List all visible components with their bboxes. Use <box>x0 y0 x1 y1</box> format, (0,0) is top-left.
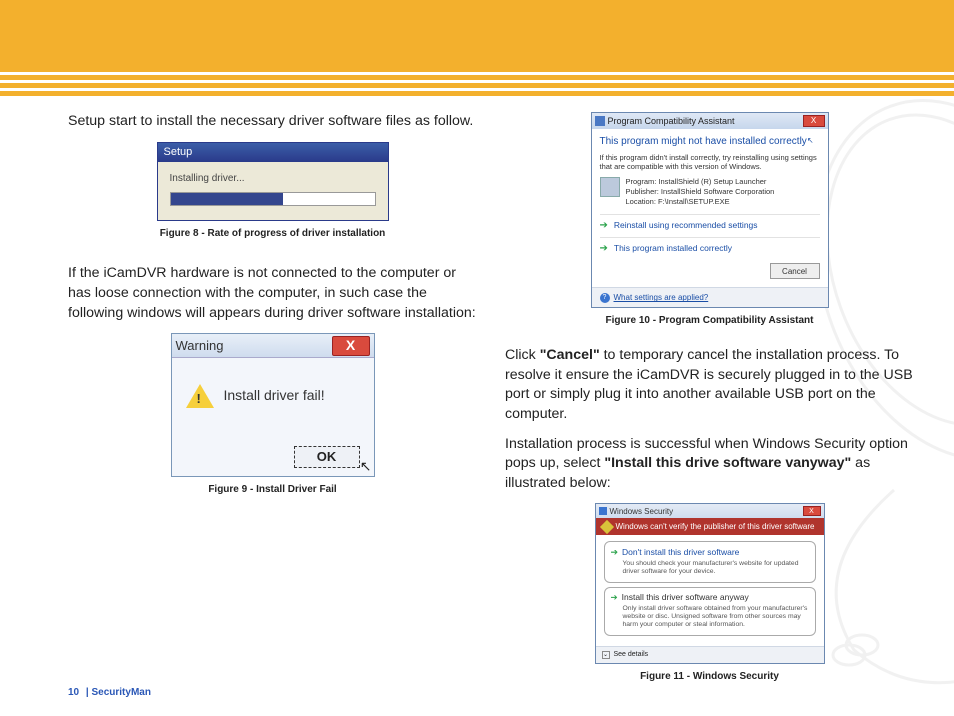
arrow-icon: ➔ <box>600 242 608 256</box>
fig10-opt-reinstall[interactable]: ➔ Reinstall using recommended settings <box>600 214 820 237</box>
left-para-2: If the iCamDVR hardware is not connected… <box>68 264 477 323</box>
shield-icon <box>599 507 607 515</box>
fig10-title: Program Compatibility Assistant <box>608 115 735 127</box>
fig11-title: Windows Security <box>610 506 674 517</box>
progress-bar <box>170 192 376 206</box>
fig8-dialog: Setup Installing driver... <box>157 142 389 221</box>
help-icon: ? <box>600 293 610 303</box>
see-details-link[interactable]: See details <box>614 650 649 660</box>
fig11-dialog: Windows Security X Windows can't verify … <box>595 503 825 664</box>
fig11-opt-dont-install[interactable]: ➔Don't install this driver software You … <box>604 541 816 583</box>
right-para-2: Installation process is successful when … <box>505 435 914 494</box>
fig8-titlebar: Setup <box>158 143 388 162</box>
fig10-program: Program: InstallShield (R) Setup Launche… <box>626 177 775 187</box>
fig10-heading: This program might not have installed co… <box>600 135 820 149</box>
fig10-location: Location: F:\Install\SETUP.EXE <box>626 197 775 207</box>
cancel-button[interactable]: Cancel <box>770 263 820 279</box>
arrow-icon: ➔ <box>611 546 619 558</box>
fig11-opt-install-anyway[interactable]: ➔Install this driver software anyway Onl… <box>604 587 816 636</box>
fig10-help-link[interactable]: What settings are applied? <box>614 292 709 303</box>
right-column: Program Compatibility Assistant X This p… <box>505 112 914 676</box>
ok-button[interactable]: OK <box>294 446 360 468</box>
top-banner <box>0 0 954 96</box>
fig10-publisher: Publisher: InstallShield Software Corpor… <box>626 187 775 197</box>
cursor-icon: ↖ <box>807 135 814 146</box>
page-footer: 10 | SecurityMan <box>68 687 151 698</box>
fig10-sub: If this program didn't install correctly… <box>600 153 820 171</box>
fig9-caption: Figure 9 - Install Driver Fail <box>68 483 477 497</box>
cursor-icon: ↖ <box>360 457 372 476</box>
close-icon[interactable]: X <box>803 115 825 127</box>
fig8-caption: Figure 8 - Rate of progress of driver in… <box>68 227 477 241</box>
fig9-dialog: Warning X Install driver fail! OK ↖ <box>171 333 375 477</box>
arrow-icon: ➔ <box>600 219 608 233</box>
chevron-down-icon[interactable]: ⌄ <box>602 651 610 659</box>
right-para-1: Click "Cancel" to temporary cancel the i… <box>505 346 914 424</box>
close-icon[interactable]: X <box>803 506 821 516</box>
fig11-redbar: Windows can't verify the publisher of th… <box>596 518 824 535</box>
left-para-1: Setup start to install the necessary dri… <box>68 112 477 132</box>
fig8-label: Installing driver... <box>170 172 376 186</box>
fig10-caption: Figure 10 - Program Compatibility Assist… <box>505 314 914 328</box>
warning-icon <box>186 384 214 408</box>
left-column: Setup start to install the necessary dri… <box>68 112 477 676</box>
app-icon <box>595 116 605 126</box>
fig9-title: Warning <box>176 337 224 355</box>
arrow-icon: ➔ <box>611 592 618 604</box>
fig10-opt-installed[interactable]: ➔ This program installed correctly <box>600 237 820 260</box>
fig10-dialog: Program Compatibility Assistant X This p… <box>591 112 829 308</box>
warning-shield-icon <box>599 520 613 534</box>
close-icon[interactable]: X <box>332 336 370 356</box>
fig9-msg: Install driver fail! <box>224 386 325 405</box>
fig11-caption: Figure 11 - Windows Security <box>505 670 914 684</box>
program-icon <box>600 177 620 197</box>
